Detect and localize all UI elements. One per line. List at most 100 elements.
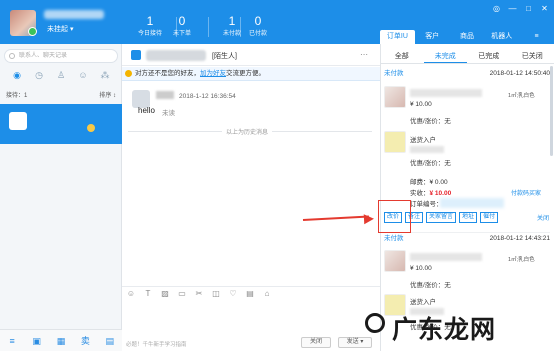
highlight-box — [378, 200, 411, 233]
buyer-message-button[interactable]: 关家留言 — [426, 212, 457, 223]
message-text: hello — [138, 106, 155, 115]
menu-icon[interactable]: ≡ — [7, 336, 17, 346]
username-blurred — [44, 10, 104, 19]
friend-notice: 对方还不是您的好友，加为好友交流更方便。 — [122, 67, 380, 81]
contact-status-icon — [87, 124, 95, 132]
send-button[interactable]: 发送 ▾ — [338, 337, 372, 348]
grid-icon[interactable]: ▦ — [56, 336, 66, 346]
unread-label: 未读 — [162, 110, 175, 117]
tab-products[interactable]: 商品 — [450, 30, 485, 44]
search-icon — [9, 53, 15, 59]
product-spec: 1㎡;乳白色 — [508, 257, 535, 263]
arrow-head-icon — [363, 213, 375, 225]
inbox-icon[interactable]: ▣ — [32, 336, 42, 346]
notice-suffix: 交流更方便。 — [226, 70, 265, 77]
heart-icon[interactable]: ♡ — [228, 289, 238, 299]
contact-avatar — [9, 112, 27, 130]
message-time: 2018-1-12 16:36:54 — [179, 93, 236, 100]
tab-menu[interactable]: ≡ — [519, 30, 554, 44]
message-sender-blurred — [156, 91, 174, 99]
gift-title: 送货入户 — [410, 137, 436, 144]
product-image[interactable] — [384, 250, 406, 272]
close-button[interactable]: 关闭 — [301, 337, 331, 348]
person-icon[interactable]: ♙ — [56, 70, 66, 80]
product-title-blurred — [410, 253, 482, 261]
input-hint: 必题！千牛新手学习指南 — [126, 342, 187, 348]
stat-not-ordered[interactable]: 0 未下单 — [156, 14, 208, 37]
tab-closed[interactable]: 已关闭 — [511, 51, 554, 63]
product-image[interactable] — [384, 86, 406, 108]
order-time: 2018-01-12 14:43:21 — [489, 235, 550, 242]
product-discount: 优惠/涨价：无 — [410, 282, 451, 289]
search-input[interactable]: 联系人、聊天记录 — [4, 49, 118, 63]
left-bottom-bar: ≡ ▣ ▦ 卖 ▤ — [0, 329, 122, 351]
order-status-tabs: 全部 未完成 已完成 已关闭 — [380, 51, 554, 64]
order-time: 2018-01-12 14:50:40 — [489, 70, 550, 77]
gift-image[interactable] — [384, 131, 406, 153]
order-status: 未付款 — [384, 235, 404, 242]
urge-payment-button[interactable]: 催付 — [480, 212, 499, 223]
watermark-logo-icon — [365, 313, 385, 333]
image-icon[interactable]: ▨ — [160, 289, 170, 299]
shipping-fee: 邮费：¥ 0.00 — [410, 179, 448, 186]
sort-row: 接待：1 排序 ↕ — [0, 90, 122, 102]
clock-icon[interactable]: ◷ — [34, 70, 44, 80]
status-dropdown[interactable]: 未挂起 ▾ — [44, 24, 76, 36]
close-order-link[interactable]: 关闭 — [537, 213, 549, 222]
group-icon[interactable]: ☺ — [78, 70, 88, 80]
stat-num: 0 — [178, 14, 186, 28]
scissors-icon[interactable]: ✂ — [194, 289, 204, 299]
payment-method-link[interactable]: 付款码买家 — [511, 188, 541, 197]
tab-all[interactable]: 全部 — [380, 51, 424, 63]
chat-toolbar: ☺ T ▨ ▭ ✂ ◫ ♡ ▤ ⌂ — [122, 286, 380, 300]
online-status-icon — [28, 27, 37, 36]
scrollbar[interactable] — [550, 66, 553, 156]
folder-icon[interactable]: ▭ — [177, 289, 187, 299]
form-icon[interactable]: 卖 — [80, 336, 90, 346]
window-controls: ◎ — □ ✕ — [491, 3, 550, 14]
emoji-icon[interactable]: ☺ — [126, 289, 136, 299]
tab-robot[interactable]: 机器人 — [484, 30, 519, 44]
minimize-icon[interactable]: — — [507, 3, 518, 14]
paid-amount: 实收：¥ 10.00 — [410, 187, 451, 197]
shop-icon[interactable]: ▤ — [105, 336, 115, 346]
chat-icon[interactable]: ◉ — [12, 70, 22, 80]
tab-incomplete[interactable]: 未完成 — [423, 51, 467, 63]
order-header[interactable]: 未付款 2018-01-12 14:43:21 — [384, 232, 550, 244]
chat-contact-avatar[interactable] — [131, 50, 141, 60]
gift-title: 送货入户 — [410, 299, 436, 306]
more-icon[interactable]: ⌂ — [262, 289, 272, 299]
contacts-nav: ◉ ◷ ♙ ☺ ⁂ — [0, 70, 122, 84]
sort-button[interactable]: 排序 ↕ — [99, 90, 116, 102]
gift-discount: 优惠/涨价：无 — [410, 160, 451, 167]
watermark: 广东龙网 — [392, 316, 497, 344]
share-icon[interactable]: ⁂ — [100, 70, 110, 80]
product-title-blurred — [410, 89, 482, 97]
tab-customer[interactable]: 客户 — [415, 30, 450, 44]
reception-count: 接待：1 — [6, 93, 28, 99]
product-discount: 优惠/涨价：无 — [410, 118, 451, 125]
stat-paid[interactable]: 0 已付款 — [232, 14, 284, 37]
paid-value: ¥ 10.00 — [429, 190, 452, 197]
record-icon[interactable]: ◫ — [211, 289, 221, 299]
settings-icon[interactable]: ◎ — [491, 3, 502, 14]
tab-orders[interactable]: 订单IU — [380, 30, 415, 44]
right-panel-tabs: 订单IU 客户 商品 机器人 ≡ — [380, 30, 554, 44]
stat-label: 已付款 — [248, 31, 267, 37]
notice-prefix: 对方还不是您的好友， — [135, 70, 200, 77]
add-friend-link[interactable]: 加为好友 — [200, 70, 226, 77]
bulb-icon — [125, 70, 132, 77]
product-price: ¥ 10.00 — [410, 265, 432, 272]
tab-completed[interactable]: 已完成 — [467, 51, 511, 63]
order-header[interactable]: 未付款 2018-01-12 14:50:40 — [384, 68, 550, 80]
address-button[interactable]: 地址 — [459, 212, 478, 223]
stat-num: 0 — [254, 14, 262, 28]
order-number-blurred — [440, 198, 504, 208]
history-label: 以上为历史消息 — [222, 127, 273, 136]
more-icon[interactable]: ⋯ — [360, 50, 372, 60]
maximize-icon[interactable]: □ — [523, 3, 534, 14]
text-icon[interactable]: T — [143, 289, 153, 299]
product-price: ¥ 10.00 — [410, 101, 432, 108]
close-icon[interactable]: ✕ — [539, 3, 550, 14]
coupon-icon[interactable]: ▤ — [245, 289, 255, 299]
